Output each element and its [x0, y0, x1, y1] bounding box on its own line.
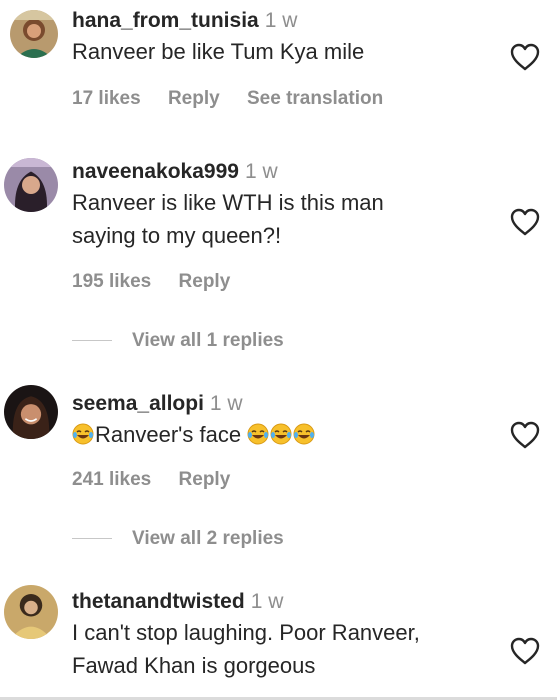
- likes-count[interactable]: 17 likes: [72, 88, 141, 109]
- avatar[interactable]: [10, 10, 58, 58]
- comment-text-line-1: I can't stop laughing. Poor Ranveer,: [72, 620, 420, 645]
- avatar[interactable]: [4, 158, 58, 212]
- avatar-image: [4, 585, 58, 639]
- avatar-image: [10, 10, 58, 58]
- comment-text-line-1: Ranveer is like WTH is this man: [72, 190, 384, 215]
- face-with-tears-of-joy-icon: [247, 423, 269, 445]
- timestamp: 1 w: [264, 9, 298, 32]
- likes-count[interactable]: 195 likes: [72, 271, 151, 292]
- like-heart-icon[interactable]: [510, 208, 540, 236]
- like-heart-icon[interactable]: [510, 421, 540, 449]
- comment-text-content: Ranveer's face: [95, 422, 242, 447]
- reply-button[interactable]: Reply: [179, 271, 231, 292]
- comment-text: Ranveer's face: [72, 418, 497, 451]
- view-replies-label: View all 2 replies: [132, 528, 284, 549]
- view-replies-button[interactable]: View all 1 replies: [72, 330, 284, 352]
- comment-text-line-2: saying to my queen?!: [72, 223, 282, 248]
- like-heart-icon[interactable]: [510, 637, 540, 665]
- timestamp: 1 w: [244, 160, 278, 183]
- reply-button[interactable]: Reply: [168, 88, 220, 109]
- see-translation-button[interactable]: See translation: [247, 88, 383, 109]
- face-with-tears-of-joy-icon: [72, 423, 94, 445]
- username[interactable]: naveenakoka999: [72, 160, 239, 183]
- comment-text-line-2: Fawad Khan is gorgeous: [72, 653, 316, 678]
- view-replies-button[interactable]: View all 2 replies: [72, 528, 284, 550]
- comment-text: Ranveer be like Tum Kya mile: [72, 39, 365, 64]
- avatar-image: [4, 385, 58, 439]
- like-heart-icon[interactable]: [510, 43, 540, 71]
- timestamp: 1 w: [250, 590, 284, 613]
- avatar[interactable]: [4, 585, 58, 639]
- face-with-tears-of-joy-icon: [293, 423, 315, 445]
- avatar[interactable]: [4, 385, 58, 439]
- view-replies-label: View all 1 replies: [132, 330, 284, 351]
- replies-divider-line: [72, 340, 112, 342]
- username[interactable]: hana_from_tunisia: [72, 9, 259, 32]
- timestamp: 1 w: [209, 392, 243, 415]
- avatar-image: [4, 158, 58, 212]
- username[interactable]: thetanandtwisted: [72, 590, 245, 613]
- face-with-tears-of-joy-icon: [270, 423, 292, 445]
- replies-divider-line: [72, 538, 112, 540]
- username[interactable]: seema_allopi: [72, 392, 204, 415]
- reply-button[interactable]: Reply: [179, 469, 231, 490]
- likes-count[interactable]: 241 likes: [72, 469, 151, 490]
